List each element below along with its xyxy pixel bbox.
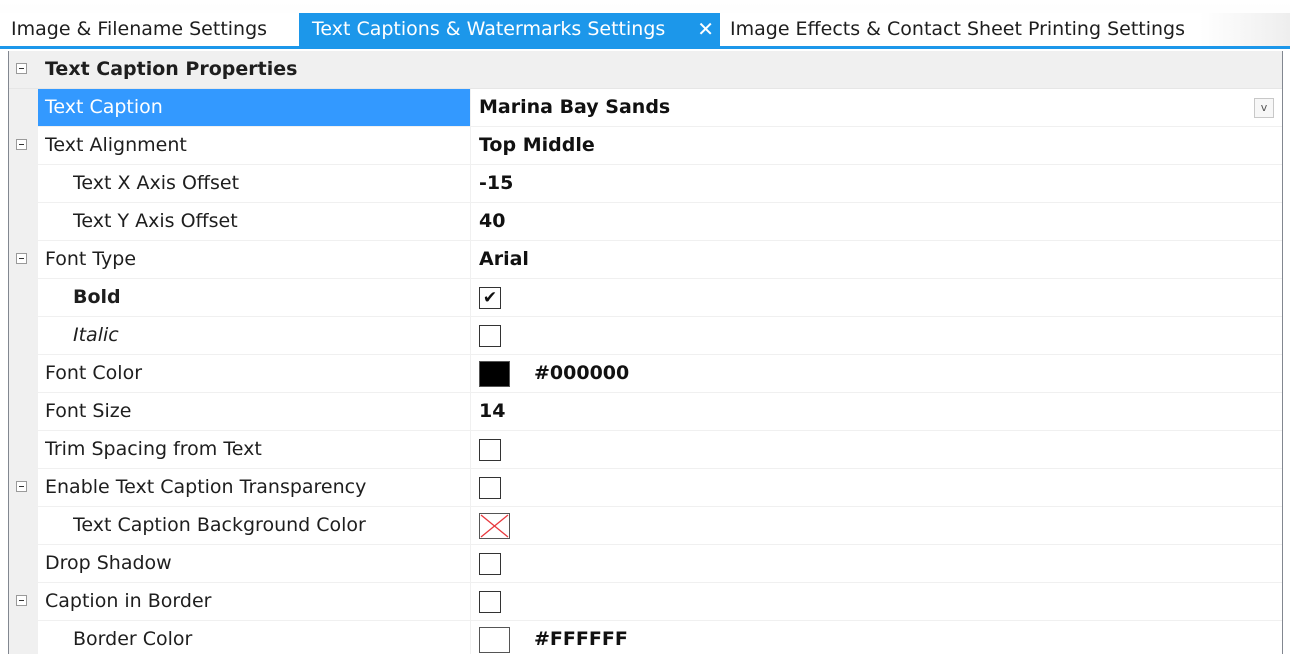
enable-transparency-checkbox[interactable] [479,477,501,499]
font-color-swatch[interactable] [479,361,510,387]
collapse-icon[interactable] [16,253,27,264]
property-row-trim-spacing[interactable]: Trim Spacing from Text [9,431,1282,469]
column-divider [470,203,471,240]
tab-image-effects-contact-sheet-settings[interactable]: Image Effects & Contact Sheet Printing S… [720,13,1200,46]
column-divider [470,279,471,316]
property-label: Enable Text Caption Transparency [45,476,367,498]
property-row-font-type[interactable]: Font Type Arial [9,241,1282,279]
font-type-value[interactable]: Arial [479,241,529,278]
column-divider [470,469,471,506]
property-label: Caption in Border [45,590,212,612]
no-color-icon[interactable] [479,513,510,539]
font-size-value[interactable]: 14 [479,393,505,430]
property-label: Italic [73,324,119,346]
row-gutter [9,431,38,469]
property-label: Bold [73,286,121,308]
property-label: Font Color [45,362,143,384]
drop-shadow-checkbox[interactable] [479,553,501,575]
row-gutter [9,89,38,127]
category-row-text-caption-properties[interactable]: Text Caption Properties [9,51,1282,89]
collapse-icon[interactable] [16,481,27,492]
column-divider [470,89,471,126]
row-gutter [9,165,38,203]
property-label: Trim Spacing from Text [45,438,262,460]
chevron-down-icon[interactable]: v [1254,98,1274,118]
tab-label: Image & Filename Settings [11,18,268,40]
tab-label: Text Captions & Watermarks Settings [312,18,666,40]
column-divider [470,355,471,392]
row-gutter [9,621,38,654]
row-gutter [9,279,38,317]
property-row-border-color[interactable]: Border Color #FFFFFF [9,621,1282,654]
collapse-icon[interactable] [16,139,27,150]
row-gutter [9,355,38,393]
property-row-text-alignment[interactable]: Text Alignment Top Middle [9,127,1282,165]
row-gutter [9,393,38,431]
border-color-value[interactable]: #FFFFFF [534,621,628,654]
trim-spacing-checkbox[interactable] [479,439,501,461]
property-editor-window: Image & Filename Settings Text Captions … [0,0,1290,654]
border-color-swatch[interactable] [479,627,510,653]
row-gutter [9,203,38,241]
property-row-caption-background-color[interactable]: Text Caption Background Color [9,507,1282,545]
row-gutter [9,507,38,545]
column-divider [470,317,471,354]
property-row-enable-transparency[interactable]: Enable Text Caption Transparency [9,469,1282,507]
row-gutter [9,545,38,583]
text-x-offset-value[interactable]: -15 [479,165,513,202]
caption-in-border-checkbox[interactable] [479,591,501,613]
property-row-font-color[interactable]: Font Color #000000 [9,355,1282,393]
property-label: Border Color [73,628,193,650]
tab-label: Image Effects & Contact Sheet Printing S… [730,18,1186,40]
bold-checkbox[interactable]: ✔ [479,287,501,309]
column-divider [470,583,471,620]
property-row-text-y-offset[interactable]: Text Y Axis Offset 40 [9,203,1282,241]
row-gutter [9,241,38,279]
property-label: Text X Axis Offset [73,172,240,194]
property-label: Text Alignment [45,134,187,156]
tab-image-filename-settings[interactable]: Image & Filename Settings [0,13,299,46]
property-label: Text Caption [38,89,470,126]
text-alignment-value[interactable]: Top Middle [479,127,595,164]
column-divider [470,431,471,468]
row-gutter [9,127,38,165]
row-gutter [9,583,38,621]
text-y-offset-value[interactable]: 40 [479,203,505,240]
property-label: Text Caption Background Color [73,514,366,536]
property-label: Font Type [45,248,137,270]
font-color-value[interactable]: #000000 [534,355,629,392]
property-row-caption-in-border[interactable]: Caption in Border [9,583,1282,621]
category-label: Text Caption Properties [45,58,298,80]
property-label: Drop Shadow [45,552,172,574]
property-row-drop-shadow[interactable]: Drop Shadow [9,545,1282,583]
column-divider [470,165,471,202]
row-gutter [9,469,38,507]
property-row-italic[interactable]: Italic [9,317,1282,355]
collapse-icon[interactable] [16,595,27,606]
tab-bar-edge [1200,13,1290,46]
column-divider [470,393,471,430]
column-divider [470,241,471,278]
close-icon[interactable]: ✕ [697,13,714,46]
active-tab-underline [0,46,1290,49]
row-gutter [9,317,38,355]
column-divider [470,127,471,164]
italic-checkbox[interactable] [479,325,501,347]
property-row-bold[interactable]: Bold ✔ [9,279,1282,317]
property-row-text-caption[interactable]: Text Caption Marina Bay Sands v [9,89,1282,127]
column-divider [470,621,471,654]
column-divider [470,507,471,544]
property-grid: Text Caption Properties Text Caption Mar… [8,51,1283,654]
column-divider [470,545,471,582]
collapse-icon[interactable] [16,63,27,74]
property-label: Text Y Axis Offset [73,210,238,232]
property-row-font-size[interactable]: Font Size 14 [9,393,1282,431]
tab-text-captions-watermarks-settings[interactable]: Text Captions & Watermarks Settings ✕ [299,13,720,46]
tab-bar: Image & Filename Settings Text Captions … [0,0,1290,46]
property-row-text-x-offset[interactable]: Text X Axis Offset -15 [9,165,1282,203]
property-label: Font Size [45,400,132,422]
text-caption-value[interactable]: Marina Bay Sands [479,89,670,126]
